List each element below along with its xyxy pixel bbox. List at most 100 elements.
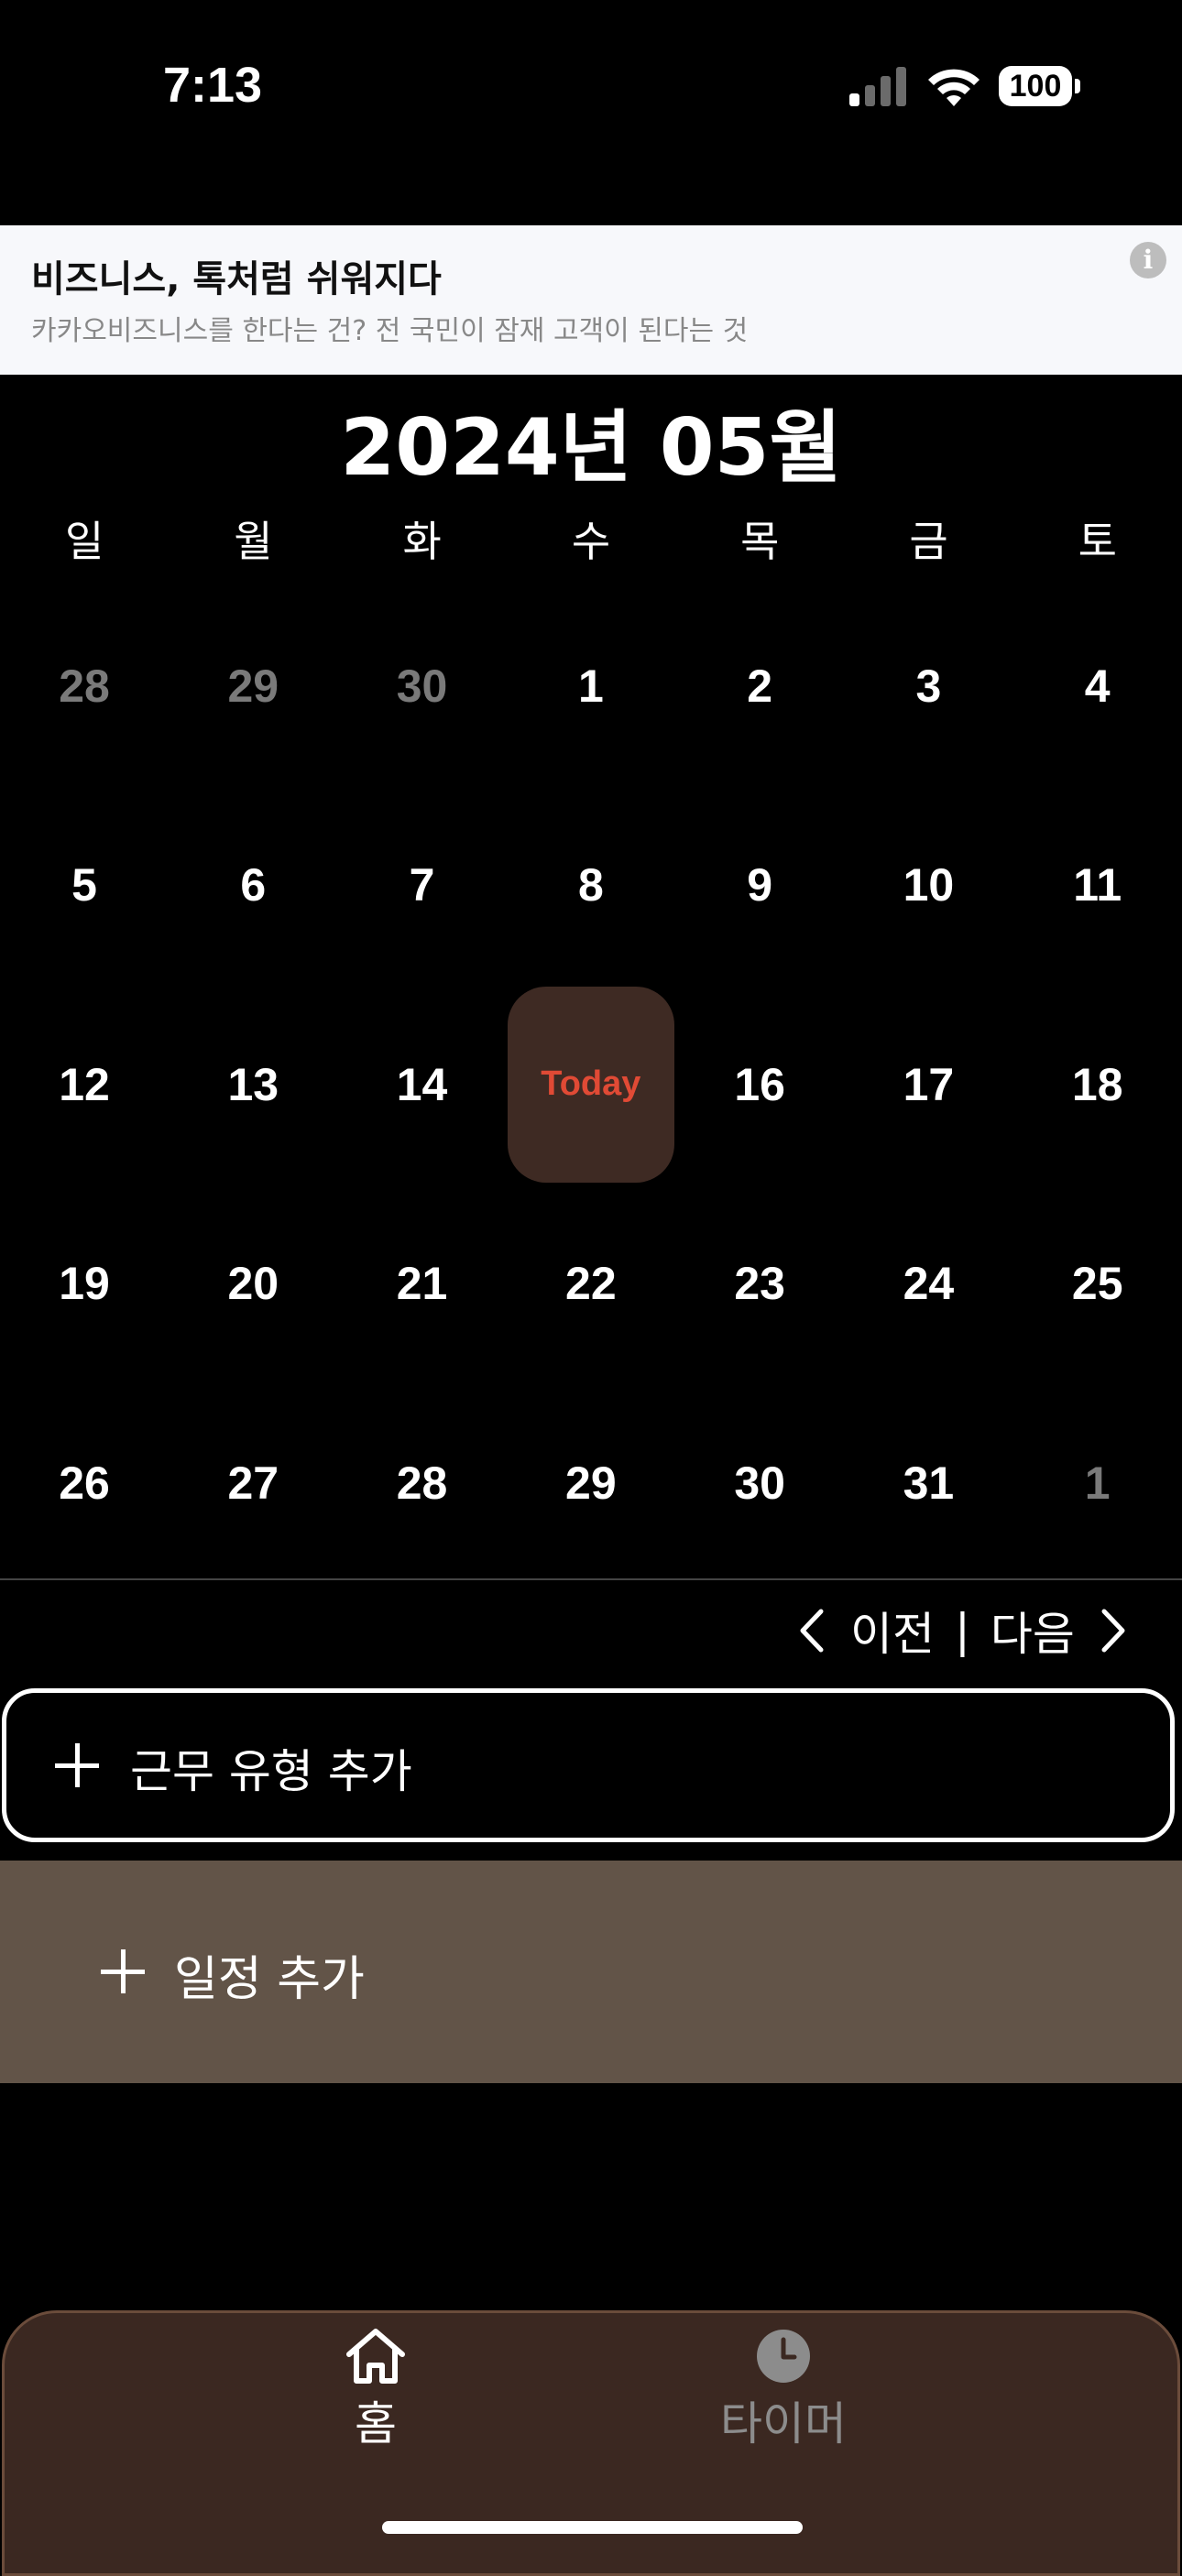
day-number: 11 xyxy=(1073,859,1122,911)
day-cell[interactable]: 8 xyxy=(507,786,675,985)
nav-separator: | xyxy=(955,1604,970,1657)
weekday-header: 일 월 화 수 목 금 토 xyxy=(0,508,1182,573)
day-number: 29 xyxy=(565,1457,617,1509)
day-number: 12 xyxy=(59,1058,110,1110)
add-worktype-button[interactable]: 근무 유형 추가 xyxy=(2,1688,1175,1842)
day-cell[interactable]: 30 xyxy=(675,1383,844,1582)
day-cell[interactable]: 16 xyxy=(675,985,844,1184)
day-number: 31 xyxy=(903,1457,955,1509)
weekday-wed: 수 xyxy=(571,517,611,566)
divider xyxy=(0,1578,1182,1580)
wifi-icon xyxy=(928,69,980,106)
day-cell[interactable]: 5 xyxy=(0,786,169,985)
weekday-sun: 일 xyxy=(64,517,104,566)
today-label: Today xyxy=(507,986,674,1183)
day-cell[interactable]: 30 xyxy=(338,586,507,785)
day-number: 1 xyxy=(577,660,604,712)
day-cell[interactable]: 24 xyxy=(844,1184,1012,1383)
chevron-left-icon[interactable] xyxy=(797,1608,826,1654)
day-cell[interactable]: 29 xyxy=(507,1383,675,1582)
day-cell[interactable]: 19 xyxy=(0,1184,169,1383)
tab-timer-label: 타이머 xyxy=(720,2397,847,2450)
weekday-sat: 토 xyxy=(1078,517,1117,566)
day-number: 27 xyxy=(227,1457,279,1509)
day-cell[interactable]: 14 xyxy=(338,985,507,1184)
day-cell[interactable]: 2 xyxy=(675,586,844,785)
home-indicator[interactable] xyxy=(382,2521,803,2534)
weekday-thu: 목 xyxy=(740,517,780,566)
prev-month-button[interactable]: 이전 xyxy=(850,1598,935,1664)
day-cell[interactable]: 17 xyxy=(844,985,1012,1184)
day-cell[interactable]: 25 xyxy=(1013,1184,1182,1383)
status-bar: 7:13 100 xyxy=(0,0,1182,174)
day-cell[interactable]: 26 xyxy=(0,1383,169,1582)
day-number: 2 xyxy=(747,660,773,712)
day-cell[interactable]: 3 xyxy=(844,586,1012,785)
tab-home[interactable]: 홈 xyxy=(316,2327,435,2453)
day-number: 23 xyxy=(734,1258,785,1309)
day-cell[interactable]: 28 xyxy=(0,586,169,785)
day-cell[interactable]: 28 xyxy=(338,1383,507,1582)
day-cell[interactable]: 27 xyxy=(169,1383,337,1582)
day-cell[interactable]: 4 xyxy=(1013,586,1182,785)
clock-icon xyxy=(757,2330,810,2383)
add-schedule-button[interactable]: 일정 추가 xyxy=(0,1861,1182,2083)
day-cell[interactable]: 18 xyxy=(1013,985,1182,1184)
day-number: 29 xyxy=(227,660,279,712)
battery-level: 100 xyxy=(999,66,1072,106)
month-title: 2024년 05월 xyxy=(340,402,842,494)
day-cell[interactable]: 7 xyxy=(338,786,507,985)
day-number: 3 xyxy=(915,660,942,712)
plus-icon xyxy=(55,1743,99,1787)
day-cell[interactable]: 29 xyxy=(169,586,337,785)
day-cell[interactable]: 13 xyxy=(169,985,337,1184)
plus-icon xyxy=(101,1949,145,1993)
day-number: 16 xyxy=(734,1058,785,1110)
day-cell[interactable]: 11 xyxy=(1013,786,1182,985)
chevron-right-icon[interactable] xyxy=(1099,1608,1128,1654)
weekday-tue: 화 xyxy=(402,517,442,566)
info-icon[interactable]: i xyxy=(1130,242,1166,278)
day-number: 6 xyxy=(240,859,267,911)
day-number: 9 xyxy=(747,859,773,911)
battery-icon: 100 xyxy=(999,66,1083,108)
day-number: 28 xyxy=(396,1457,448,1509)
month-navigation: 이전 | 다음 xyxy=(797,1599,1128,1663)
day-number: 4 xyxy=(1084,660,1111,712)
day-number: 21 xyxy=(396,1258,448,1309)
ad-description: 카카오비즈니스를 한다는 건? 전 국민이 잠재 고객이 된다는 것 xyxy=(31,315,749,347)
next-month-button[interactable]: 다음 xyxy=(990,1598,1075,1664)
day-cell[interactable]: 12 xyxy=(0,985,169,1184)
home-icon xyxy=(346,2329,405,2384)
day-cell[interactable]: 9 xyxy=(675,786,844,985)
day-cell[interactable]: 1 xyxy=(507,586,675,785)
day-cell[interactable]: 21 xyxy=(338,1184,507,1383)
day-number: 13 xyxy=(227,1058,279,1110)
day-cell[interactable]: 22 xyxy=(507,1184,675,1383)
day-number: 19 xyxy=(59,1258,110,1309)
day-cell[interactable]: 20 xyxy=(169,1184,337,1383)
ad-title: 비즈니스, 톡처럼 쉬워지다 xyxy=(31,258,442,300)
day-number: 8 xyxy=(577,859,604,911)
ad-banner[interactable]: 비즈니스, 톡처럼 쉬워지다 카카오비즈니스를 한다는 건? 전 국민이 잠재 … xyxy=(0,225,1182,375)
day-number: 7 xyxy=(409,859,435,911)
tab-timer[interactable]: 타이머 xyxy=(701,2327,866,2453)
status-time: 7:13 xyxy=(163,58,263,113)
day-number: 28 xyxy=(59,660,110,712)
day-number: 25 xyxy=(1071,1258,1123,1309)
add-worktype-label: 근무 유형 추가 xyxy=(130,1745,412,1798)
day-cell[interactable]: 10 xyxy=(844,786,1012,985)
day-number: 10 xyxy=(903,859,955,911)
add-schedule-label: 일정 추가 xyxy=(174,1952,365,2007)
day-number: 22 xyxy=(565,1258,617,1309)
day-cell[interactable]: 6 xyxy=(169,786,337,985)
day-number: 17 xyxy=(903,1058,955,1110)
day-cell[interactable]: 1 xyxy=(1013,1383,1182,1582)
day-cell[interactable]: 31 xyxy=(844,1383,1012,1582)
day-number: 1 xyxy=(1084,1457,1111,1509)
day-number: 5 xyxy=(71,859,97,911)
day-cell[interactable]: 23 xyxy=(675,1184,844,1383)
tab-home-label: 홈 xyxy=(355,2397,397,2450)
day-number: 30 xyxy=(396,660,448,712)
day-cell-today[interactable]: Today xyxy=(507,985,675,1184)
